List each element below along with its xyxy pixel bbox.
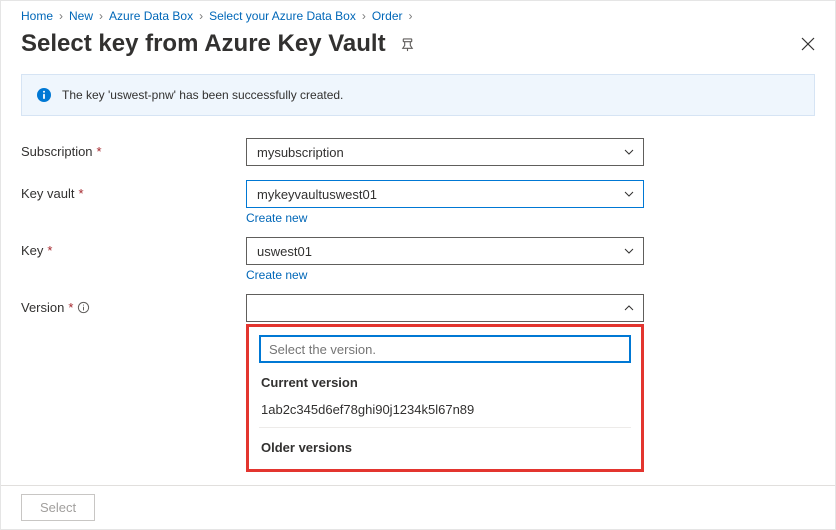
subscription-label: Subscription* — [21, 138, 246, 159]
key-value: uswest01 — [257, 244, 312, 259]
key-create-new-link[interactable]: Create new — [246, 265, 307, 290]
title-row: Select key from Azure Key Vault — [1, 26, 835, 74]
current-version-header: Current version — [259, 363, 631, 398]
breadcrumb-new[interactable]: New — [69, 9, 93, 23]
chevron-up-icon — [623, 302, 635, 314]
chevron-right-icon: › — [199, 9, 203, 23]
chevron-right-icon: › — [59, 9, 63, 23]
info-icon[interactable] — [77, 301, 90, 314]
select-button[interactable]: Select — [21, 494, 95, 521]
close-icon[interactable] — [801, 37, 815, 51]
success-notification: The key 'uswest-pnw' has been successful… — [21, 74, 815, 116]
chevron-down-icon — [623, 245, 635, 257]
version-search-input[interactable] — [259, 335, 631, 363]
chevron-right-icon: › — [409, 9, 413, 23]
chevron-right-icon: › — [362, 9, 366, 23]
chevron-right-icon: › — [99, 9, 103, 23]
subscription-select[interactable]: mysubscription — [246, 138, 644, 166]
page-title: Select key from Azure Key Vault — [21, 30, 386, 58]
keyvault-select[interactable]: mykeyvaultuswest01 — [246, 180, 644, 208]
breadcrumb-select-databox[interactable]: Select your Azure Data Box — [209, 9, 356, 23]
chevron-down-icon — [623, 188, 635, 200]
older-versions-header: Older versions — [259, 428, 631, 459]
version-dropdown-popup: Current version 1ab2c345d6ef78ghi90j1234… — [246, 324, 644, 472]
breadcrumb-databox[interactable]: Azure Data Box — [109, 9, 193, 23]
breadcrumb: Home › New › Azure Data Box › Select you… — [1, 1, 835, 26]
version-label: Version* — [21, 294, 246, 315]
keyvault-create-new-link[interactable]: Create new — [246, 208, 307, 233]
info-icon — [36, 87, 52, 103]
key-select[interactable]: uswest01 — [246, 237, 644, 265]
key-label: Key* — [21, 237, 246, 258]
pin-icon[interactable] — [400, 37, 415, 52]
breadcrumb-home[interactable]: Home — [21, 9, 53, 23]
keyvault-label: Key vault* — [21, 180, 246, 201]
keyvault-value: mykeyvaultuswest01 — [257, 187, 377, 202]
notification-text: The key 'uswest-pnw' has been successful… — [62, 88, 343, 102]
version-select[interactable] — [246, 294, 644, 322]
breadcrumb-order[interactable]: Order — [372, 9, 403, 23]
footer-bar: Select — [1, 485, 835, 529]
version-option-current[interactable]: 1ab2c345d6ef78ghi90j1234k5l67n89 — [259, 398, 631, 428]
form-area: Subscription* mysubscription Key vault* … — [1, 138, 835, 322]
chevron-down-icon — [623, 146, 635, 158]
subscription-value: mysubscription — [257, 145, 344, 160]
